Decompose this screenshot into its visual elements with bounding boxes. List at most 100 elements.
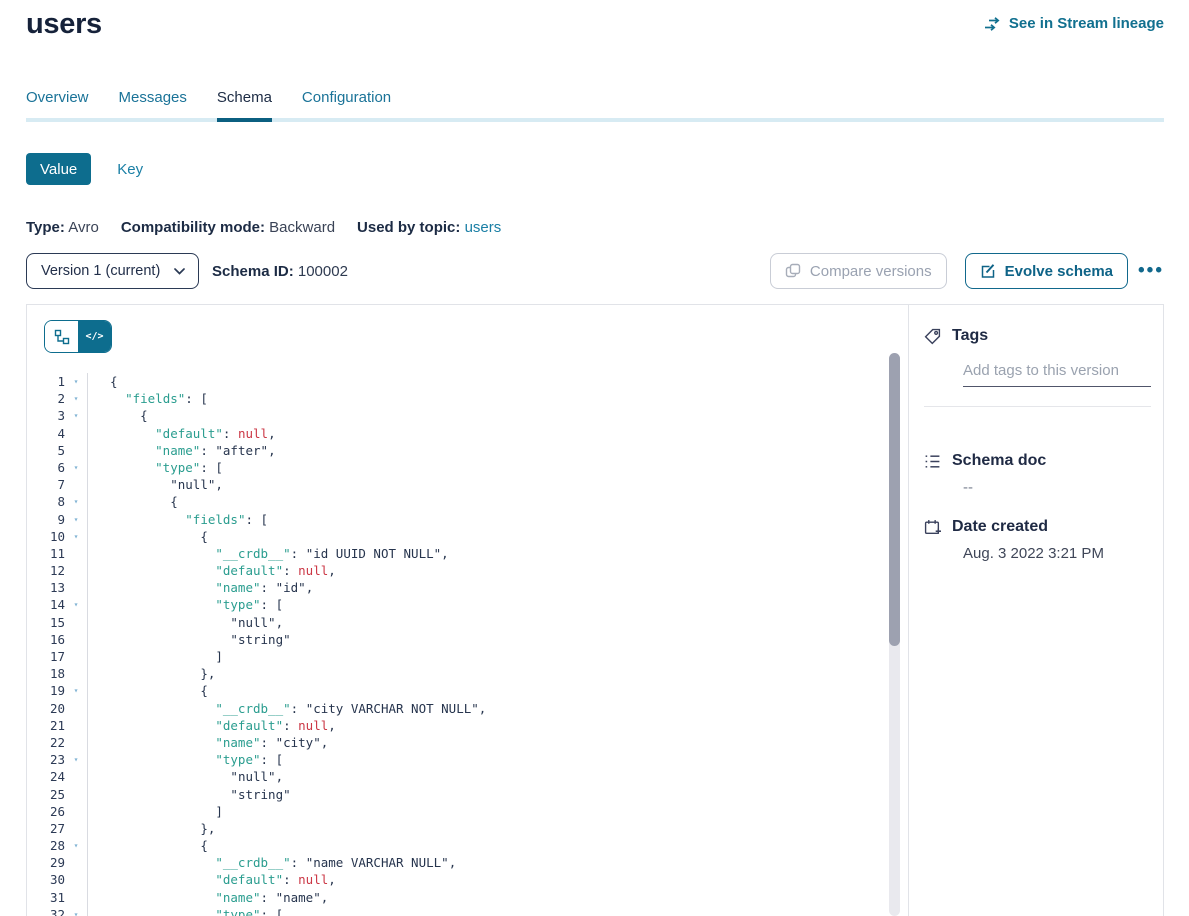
code-scrollbar[interactable] [889,353,900,916]
line-number: 27 [27,820,65,837]
code-line: 6▾ "type": [ [27,459,888,476]
line-number: 32 [27,906,65,916]
fold-toggle-icon[interactable]: ▾ [65,493,87,510]
meta-type-label: Type: [26,219,65,236]
fold-spacer [65,700,87,717]
chevron-down-icon [174,268,185,275]
meta-type: Type: Avro [26,219,99,236]
fold-toggle-icon[interactable]: ▾ [65,906,87,916]
code-text: "null", [87,476,888,493]
page-title: users [26,8,102,41]
fold-toggle-icon[interactable]: ▾ [65,390,87,407]
compare-versions-button[interactable]: Compare versions [770,253,947,289]
fold-spacer [65,717,87,734]
fold-spacer [65,614,87,631]
code-text: "__crdb__": "name VARCHAR NULL", [87,854,888,871]
fold-toggle-icon[interactable]: ▾ [65,528,87,545]
evolve-schema-button[interactable]: Evolve schema [965,253,1128,289]
line-number: 2 [27,390,65,407]
code-text: "default": null, [87,871,888,888]
line-number: 8 [27,493,65,510]
code-line: 14▾ "type": [ [27,596,888,613]
fold-spacer [65,889,87,906]
code-text: { [87,493,888,510]
fold-toggle-icon[interactable]: ▾ [65,373,87,390]
line-number: 28 [27,837,65,854]
fold-spacer [65,476,87,493]
code-text: "default": null, [87,425,888,442]
key-toggle-link[interactable]: Key [117,161,143,178]
more-options-button[interactable]: ••• [1138,253,1164,289]
code-editor[interactable]: 1▾{2▾ "fields": [3▾ {4 "default": null,5… [27,373,888,916]
tab-overview[interactable]: Overview [26,89,89,118]
line-number: 10 [27,528,65,545]
line-number: 22 [27,734,65,751]
tree-view-button[interactable] [45,321,78,352]
line-number: 26 [27,803,65,820]
fold-toggle-icon[interactable]: ▾ [65,459,87,476]
meta-used-by-topic: Used by topic: users [357,219,501,236]
more-options-icon: ••• [1138,260,1164,281]
code-line: 12 "default": null, [27,562,888,579]
code-text: "default": null, [87,717,888,734]
code-text: "name": "name", [87,889,888,906]
date-created-icon [924,519,941,536]
tags-title: Tags [952,327,988,345]
code-text: "name": "city", [87,734,888,751]
code-text: ] [87,648,888,665]
fold-toggle-icon[interactable]: ▾ [65,751,87,768]
fold-spacer [65,562,87,579]
code-text: "type": [ [87,751,888,768]
evolve-schema-label: Evolve schema [1005,263,1113,280]
stream-lineage-label: See in Stream lineage [1009,15,1164,32]
code-line: 11 "__crdb__": "id UUID NOT NULL", [27,545,888,562]
line-number: 4 [27,425,65,442]
code-line: 15 "null", [27,614,888,631]
line-number: 25 [27,786,65,803]
topic-link[interactable]: users [465,219,502,236]
tag-icon [924,328,941,345]
fold-spacer [65,631,87,648]
fold-spacer [65,786,87,803]
code-text: "null", [87,614,888,631]
line-number: 20 [27,700,65,717]
code-line: 2▾ "fields": [ [27,390,888,407]
code-text: "name": "id", [87,579,888,596]
schema-sidebar: Tags Schema doc -- [909,305,1163,916]
code-line: 25 "string" [27,786,888,803]
line-number: 5 [27,442,65,459]
schema-controls: Version 1 (current) Schema ID: 100002 Co… [26,253,1164,289]
fold-toggle-icon[interactable]: ▾ [65,407,87,424]
code-text: "null", [87,768,888,785]
tab-bar: Overview Messages Schema Configuration [26,89,1164,122]
version-select[interactable]: Version 1 (current) [26,253,199,289]
code-lines: 1▾{2▾ "fields": [3▾ {4 "default": null,5… [27,373,888,916]
code-line: 8▾ { [27,493,888,510]
line-number: 14 [27,596,65,613]
stream-lineage-link[interactable]: See in Stream lineage [984,15,1164,32]
code-text: }, [87,820,888,837]
line-number: 21 [27,717,65,734]
schema-id-label: Schema ID: [212,263,294,280]
schema-id: Schema ID: 100002 [212,263,348,280]
code-line: 9▾ "fields": [ [27,511,888,528]
line-number: 12 [27,562,65,579]
fold-toggle-icon[interactable]: ▾ [65,511,87,528]
tab-configuration[interactable]: Configuration [302,89,391,118]
add-tags-input[interactable] [963,362,1151,387]
tab-schema[interactable]: Schema [217,89,272,118]
fold-toggle-icon[interactable]: ▾ [65,596,87,613]
value-key-toggle: Value Key [26,153,143,185]
line-number: 7 [27,476,65,493]
code-view-button[interactable]: </> [78,321,111,352]
fold-spacer [65,648,87,665]
fold-toggle-icon[interactable]: ▾ [65,682,87,699]
code-line: 30 "default": null, [27,871,888,888]
code-text: "string" [87,786,888,803]
scrollbar-thumb[interactable] [889,353,900,646]
tab-messages[interactable]: Messages [119,89,187,118]
fold-toggle-icon[interactable]: ▾ [65,837,87,854]
value-toggle-button[interactable]: Value [26,153,91,185]
sidebar-divider [924,406,1151,407]
meta-compatibility-label: Compatibility mode: [121,219,265,236]
